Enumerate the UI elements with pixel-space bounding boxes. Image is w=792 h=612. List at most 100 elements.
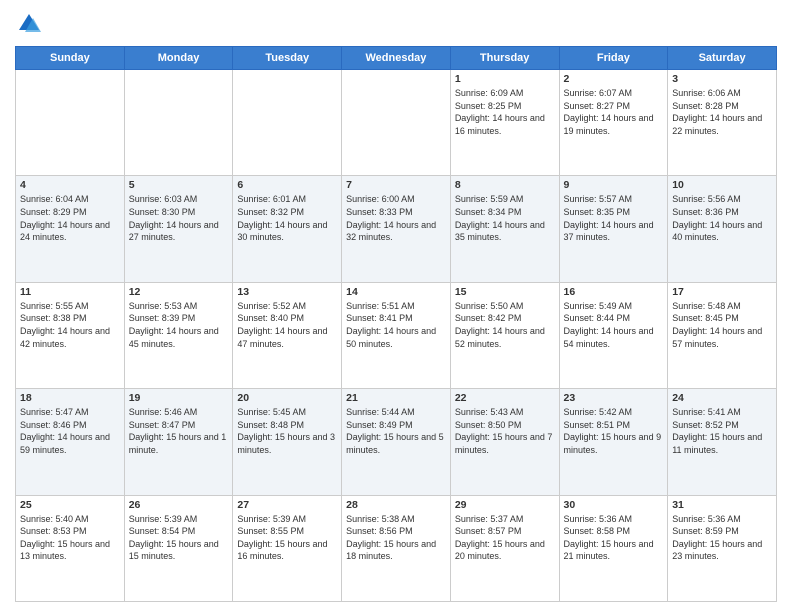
day-header-tuesday: Tuesday: [233, 47, 342, 70]
day-number: 10: [672, 179, 772, 191]
calendar-cell: 26 Sunrise: 5:39 AMSunset: 8:54 PMDayligh…: [124, 495, 233, 601]
cell-content: Sunrise: 5:36 AMSunset: 8:59 PMDaylight:…: [672, 513, 772, 563]
cell-content: Sunrise: 5:37 AMSunset: 8:57 PMDaylight:…: [455, 513, 555, 563]
calendar-table: SundayMondayTuesdayWednesdayThursdayFrid…: [15, 46, 777, 602]
day-number: 18: [20, 392, 120, 404]
calendar-cell: 17 Sunrise: 5:48 AMSunset: 8:45 PMDayligh…: [668, 282, 777, 388]
day-number: 24: [672, 392, 772, 404]
day-header-saturday: Saturday: [668, 47, 777, 70]
day-number: 15: [455, 286, 555, 298]
calendar-cell: 9 Sunrise: 5:57 AMSunset: 8:35 PMDaylight…: [559, 176, 668, 282]
cell-content: Sunrise: 5:55 AMSunset: 8:38 PMDaylight:…: [20, 300, 120, 350]
cell-content: Sunrise: 6:04 AMSunset: 8:29 PMDaylight:…: [20, 193, 120, 243]
day-number: 26: [129, 499, 229, 511]
calendar-cell: 1 Sunrise: 6:09 AMSunset: 8:25 PMDaylight…: [450, 70, 559, 176]
calendar-cell: 7 Sunrise: 6:00 AMSunset: 8:33 PMDaylight…: [342, 176, 451, 282]
calendar-cell: 20 Sunrise: 5:45 AMSunset: 8:48 PMDayligh…: [233, 389, 342, 495]
calendar-cell: 16Sunrise: 5:49 AMSunset: 8:44 PMDayligh…: [559, 282, 668, 388]
logo-icon: [15, 10, 43, 38]
calendar-cell: 30 Sunrise: 5:36 AMSunset: 8:58 PMDayligh…: [559, 495, 668, 601]
calendar-cell: [342, 70, 451, 176]
calendar-cell: 27 Sunrise: 5:39 AMSunset: 8:55 PMDayligh…: [233, 495, 342, 601]
day-number: 28: [346, 499, 446, 511]
cell-content: Sunrise: 5:59 AMSunset: 8:34 PMDaylight:…: [455, 193, 555, 243]
cell-content: Sunrise: 5:56 AMSunset: 8:36 PMDaylight:…: [672, 193, 772, 243]
calendar-cell: 5 Sunrise: 6:03 AMSunset: 8:30 PMDaylight…: [124, 176, 233, 282]
day-number: 20: [237, 392, 337, 404]
day-number: 21: [346, 392, 446, 404]
cell-content: Sunrise: 5:51 AMSunset: 8:41 PMDaylight:…: [346, 300, 446, 350]
day-number: 2: [564, 73, 664, 85]
day-number: 3: [672, 73, 772, 85]
cell-content: Sunrise: 5:47 AMSunset: 8:46 PMDaylight:…: [20, 406, 120, 456]
calendar-cell: 3Sunrise: 6:06 AMSunset: 8:28 PMDaylight…: [668, 70, 777, 176]
day-number: 25: [20, 499, 120, 511]
day-number: 4: [20, 179, 120, 191]
day-number: 13: [237, 286, 337, 298]
cell-content: Sunrise: 6:09 AMSunset: 8:25 PMDaylight:…: [455, 87, 555, 137]
cell-content: Sunrise: 5:44 AMSunset: 8:49 PMDaylight:…: [346, 406, 446, 456]
cell-content: Sunrise: 5:41 AMSunset: 8:52 PMDaylight:…: [672, 406, 772, 456]
calendar-cell: 11Sunrise: 5:55 AMSunset: 8:38 PMDayligh…: [16, 282, 125, 388]
header: [15, 10, 777, 38]
calendar-cell: [124, 70, 233, 176]
calendar-cell: 12 Sunrise: 5:53 AMSunset: 8:39 PMDayligh…: [124, 282, 233, 388]
cell-content: Sunrise: 5:57 AMSunset: 8:35 PMDaylight:…: [564, 193, 664, 243]
day-number: 7: [346, 179, 446, 191]
day-header-monday: Monday: [124, 47, 233, 70]
logo: [15, 10, 47, 38]
cell-content: Sunrise: 6:03 AMSunset: 8:30 PMDaylight:…: [129, 193, 229, 243]
day-number: 12: [129, 286, 229, 298]
cell-content: Sunrise: 5:53 AMSunset: 8:39 PMDaylight:…: [129, 300, 229, 350]
day-number: 31: [672, 499, 772, 511]
day-number: 23: [564, 392, 664, 404]
calendar-cell: 31 Sunrise: 5:36 AMSunset: 8:59 PMDayligh…: [668, 495, 777, 601]
day-header-thursday: Thursday: [450, 47, 559, 70]
day-number: 29: [455, 499, 555, 511]
cell-content: Sunrise: 5:48 AMSunset: 8:45 PMDaylight:…: [672, 300, 772, 350]
calendar-cell: 13Sunrise: 5:52 AMSunset: 8:40 PMDayligh…: [233, 282, 342, 388]
cell-content: Sunrise: 5:40 AMSunset: 8:53 PMDaylight:…: [20, 513, 120, 563]
day-number: 5: [129, 179, 229, 191]
day-number: 14: [346, 286, 446, 298]
cell-content: Sunrise: 5:39 AMSunset: 8:55 PMDaylight:…: [237, 513, 337, 563]
day-header-sunday: Sunday: [16, 47, 125, 70]
day-number: 9: [564, 179, 664, 191]
calendar-cell: 28 Sunrise: 5:38 AMSunset: 8:56 PMDayligh…: [342, 495, 451, 601]
day-number: 1: [455, 73, 555, 85]
day-number: 22: [455, 392, 555, 404]
calendar-cell: 15 Sunrise: 5:50 AMSunset: 8:42 PMDayligh…: [450, 282, 559, 388]
calendar-cell: [233, 70, 342, 176]
cell-content: Sunrise: 5:46 AMSunset: 8:47 PMDaylight:…: [129, 406, 229, 456]
day-number: 30: [564, 499, 664, 511]
day-number: 16: [564, 286, 664, 298]
page: SundayMondayTuesdayWednesdayThursdayFrid…: [0, 0, 792, 612]
day-header-wednesday: Wednesday: [342, 47, 451, 70]
calendar-cell: 19 Sunrise: 5:46 AMSunset: 8:47 PMDayligh…: [124, 389, 233, 495]
calendar-cell: 24 Sunrise: 5:41 AMSunset: 8:52 PMDayligh…: [668, 389, 777, 495]
cell-content: Sunrise: 6:07 AMSunset: 8:27 PMDaylight:…: [564, 87, 664, 137]
day-number: 17: [672, 286, 772, 298]
cell-content: Sunrise: 5:50 AMSunset: 8:42 PMDaylight:…: [455, 300, 555, 350]
day-number: 19: [129, 392, 229, 404]
day-header-friday: Friday: [559, 47, 668, 70]
calendar-cell: 10 Sunrise: 5:56 AMSunset: 8:36 PMDayligh…: [668, 176, 777, 282]
cell-content: Sunrise: 5:36 AMSunset: 8:58 PMDaylight:…: [564, 513, 664, 563]
calendar-cell: 21 Sunrise: 5:44 AMSunset: 8:49 PMDayligh…: [342, 389, 451, 495]
day-number: 27: [237, 499, 337, 511]
calendar-cell: 29 Sunrise: 5:37 AMSunset: 8:57 PMDayligh…: [450, 495, 559, 601]
calendar-cell: 25 Sunrise: 5:40 AMSunset: 8:53 PMDayligh…: [16, 495, 125, 601]
day-number: 8: [455, 179, 555, 191]
calendar-cell: 18 Sunrise: 5:47 AMSunset: 8:46 PMDayligh…: [16, 389, 125, 495]
cell-content: Sunrise: 5:43 AMSunset: 8:50 PMDaylight:…: [455, 406, 555, 456]
calendar-cell: 22 Sunrise: 5:43 AMSunset: 8:50 PMDayligh…: [450, 389, 559, 495]
calendar-cell: 23Sunrise: 5:42 AMSunset: 8:51 PMDayligh…: [559, 389, 668, 495]
cell-content: Sunrise: 5:38 AMSunset: 8:56 PMDaylight:…: [346, 513, 446, 563]
calendar-cell: 2 Sunrise: 6:07 AMSunset: 8:27 PMDaylight…: [559, 70, 668, 176]
cell-content: Sunrise: 6:00 AMSunset: 8:33 PMDaylight:…: [346, 193, 446, 243]
cell-content: Sunrise: 5:39 AMSunset: 8:54 PMDaylight:…: [129, 513, 229, 563]
cell-content: Sunrise: 5:45 AMSunset: 8:48 PMDaylight:…: [237, 406, 337, 456]
calendar-cell: 8 Sunrise: 5:59 AMSunset: 8:34 PMDaylight…: [450, 176, 559, 282]
calendar-cell: 6Sunrise: 6:01 AMSunset: 8:32 PMDaylight…: [233, 176, 342, 282]
calendar-cell: 4 Sunrise: 6:04 AMSunset: 8:29 PMDaylight…: [16, 176, 125, 282]
